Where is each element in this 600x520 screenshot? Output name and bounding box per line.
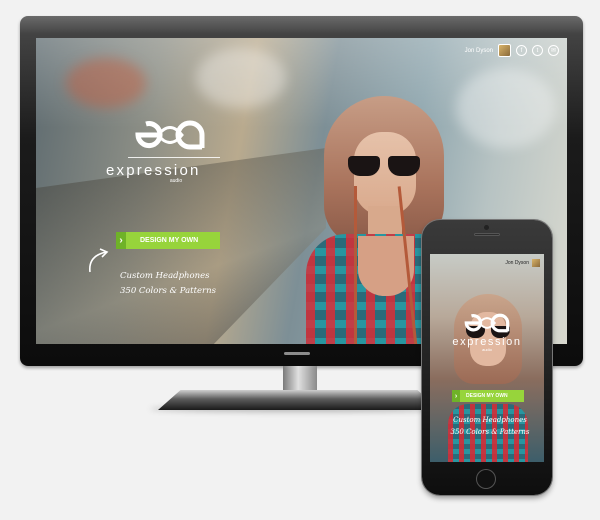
user-avatar[interactable] xyxy=(498,44,511,57)
tagline: Custom Headphones 350 Colors & Patterns xyxy=(120,269,216,299)
ea-logo-mark xyxy=(135,120,205,150)
background-blur-building xyxy=(66,58,146,108)
cta-label: DESIGN MY OWN xyxy=(140,237,199,244)
background-blur-light xyxy=(456,68,556,148)
logo-divider xyxy=(128,157,220,158)
tagline-line-2: 350 Colors & Patterns xyxy=(120,286,216,296)
phone-screen: Jon Dyson expression audio › DESIGN MY O… xyxy=(430,254,544,462)
monitor-stand-base xyxy=(158,390,440,410)
home-button[interactable] xyxy=(476,469,496,489)
brand-logo[interactable]: expression audio xyxy=(106,118,226,184)
twitter-icon[interactable]: t xyxy=(532,45,543,56)
cta-label: DESIGN MY OWN xyxy=(466,393,508,399)
curved-arrow-icon xyxy=(89,248,109,273)
tagline: Custom Headphones 350 Colors & Patterns xyxy=(448,414,532,438)
model-sunglasses xyxy=(348,156,424,176)
chevron-right-icon: › xyxy=(116,232,126,249)
design-my-own-button[interactable]: › DESIGN MY OWN xyxy=(116,232,220,249)
brand-name: expression xyxy=(106,162,201,179)
email-icon[interactable]: ✉ xyxy=(548,45,559,56)
smartphone: Jon Dyson expression audio › DESIGN MY O… xyxy=(422,220,552,495)
design-my-own-button[interactable]: › DESIGN MY OWN xyxy=(452,390,524,402)
facebook-icon[interactable]: f xyxy=(516,45,527,56)
background-blur-light xyxy=(196,48,286,108)
phone-speaker xyxy=(474,233,500,236)
user-name[interactable]: Jon Dyson xyxy=(465,48,493,54)
tagline-line-1: Custom Headphones xyxy=(120,271,210,281)
phone-topbar: Jon Dyson xyxy=(505,259,540,267)
ea-logo-mark xyxy=(464,313,510,333)
tagline-line-1: Custom Headphones xyxy=(453,416,527,424)
user-avatar[interactable] xyxy=(532,259,540,267)
chevron-right-icon: › xyxy=(452,390,460,402)
brand-subtitle: audio xyxy=(482,347,492,352)
phone-camera xyxy=(484,225,489,230)
monitor-badge xyxy=(284,352,310,355)
user-name[interactable]: Jon Dyson xyxy=(505,260,529,266)
headphone-cord xyxy=(354,186,357,344)
monitor-gloss xyxy=(20,16,583,34)
monitor-stand-neck xyxy=(283,366,317,394)
tagline-line-2: 350 Colors & Patterns xyxy=(450,428,530,436)
brand-logo[interactable]: expression audio xyxy=(430,312,544,352)
site-topbar: Jon Dyson f t ✉ xyxy=(465,44,559,57)
